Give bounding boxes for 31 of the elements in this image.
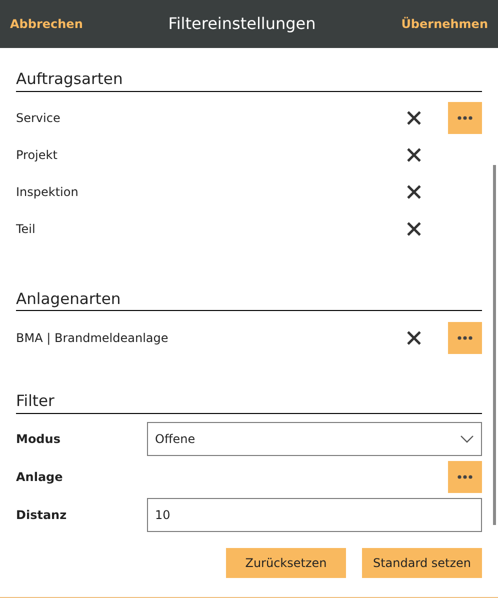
close-icon bbox=[406, 221, 422, 238]
chevron-down-icon bbox=[460, 434, 474, 443]
section-title: Auftragsarten bbox=[16, 70, 482, 92]
section-title: Anlagenarten bbox=[16, 290, 482, 312]
item-label: Service bbox=[16, 110, 62, 128]
field-label: Anlage bbox=[16, 468, 64, 486]
more-button[interactable] bbox=[448, 460, 482, 493]
close-icon bbox=[406, 147, 422, 164]
section-title: Filter bbox=[16, 392, 482, 414]
cancel-link[interactable]: Abbrechen bbox=[10, 15, 83, 33]
close-icon bbox=[406, 110, 422, 126]
more-button[interactable] bbox=[448, 102, 482, 134]
item-label: BMA | Brandmeldeanlage bbox=[16, 330, 170, 347]
dots-icon bbox=[457, 474, 473, 479]
item-label: Inspektion bbox=[16, 184, 80, 202]
apply-link[interactable]: Übernehmen bbox=[401, 15, 488, 33]
field-label: Modus bbox=[16, 430, 62, 448]
field-label: Distanz bbox=[16, 506, 68, 524]
item-label: Projekt bbox=[16, 147, 58, 164]
action-button[interactable]: Zurücksetzen bbox=[226, 548, 346, 578]
dots-icon bbox=[457, 336, 473, 340]
item-label: Teil bbox=[16, 221, 36, 238]
more-button[interactable] bbox=[448, 322, 482, 354]
distance-input[interactable]: 10 bbox=[147, 498, 482, 532]
close-icon bbox=[406, 330, 422, 346]
window-title: Filtereinstellungen bbox=[168, 13, 316, 35]
close-icon bbox=[406, 184, 422, 200]
mode-dropdown[interactable]: Offene bbox=[147, 422, 482, 456]
action-button[interactable]: Standard setzen bbox=[362, 548, 482, 578]
scrollbar-thumb[interactable] bbox=[493, 165, 496, 525]
dots-icon bbox=[457, 116, 473, 120]
